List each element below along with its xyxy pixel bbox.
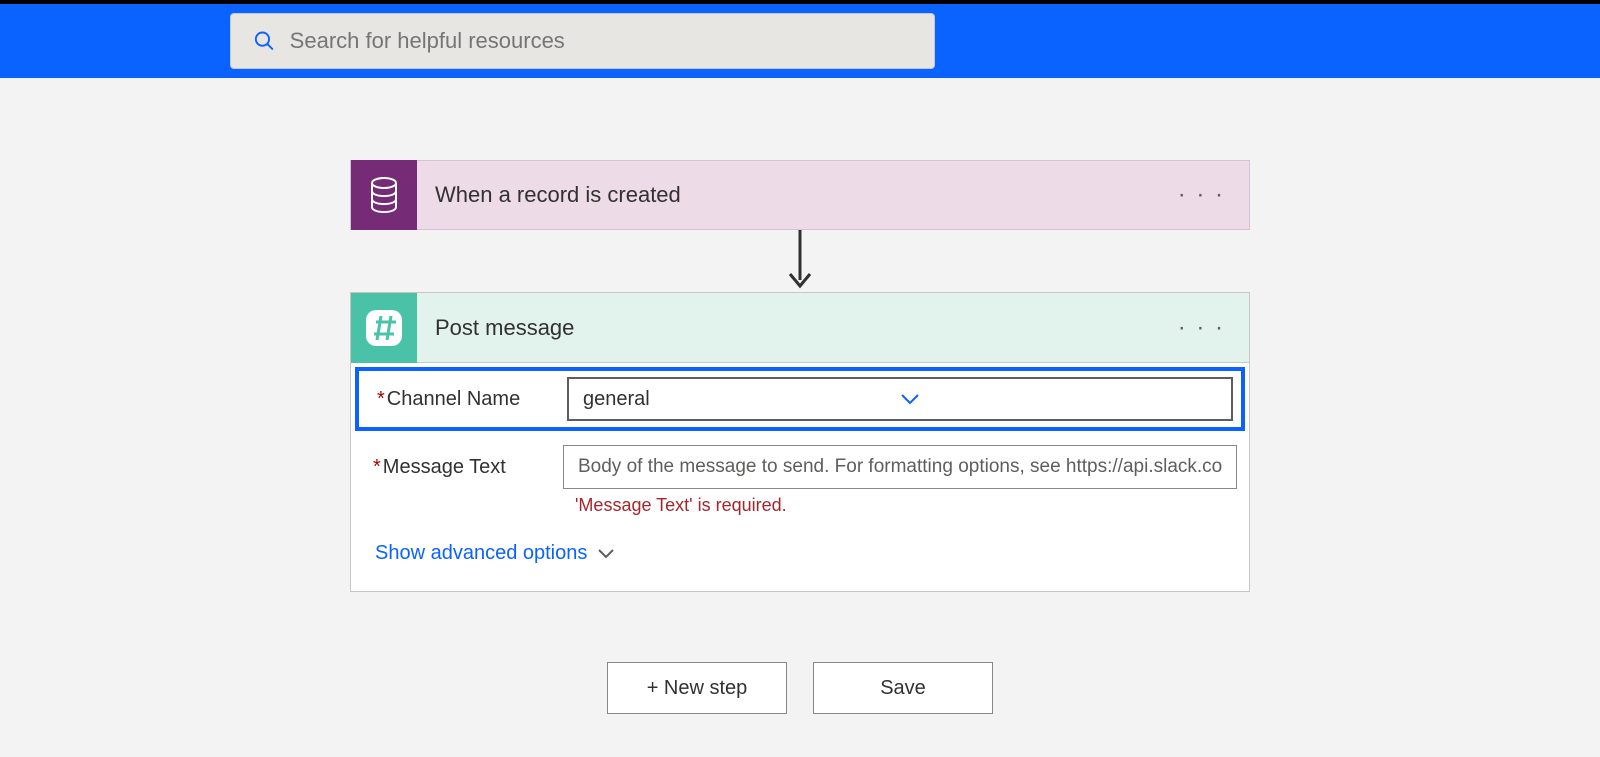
- database-icon: [351, 160, 417, 230]
- trigger-card[interactable]: When a record is created · · ·: [350, 160, 1250, 230]
- save-button[interactable]: Save: [813, 662, 993, 714]
- action-header[interactable]: Post message · · ·: [351, 293, 1249, 363]
- validation-row: 'Message Text' is required.: [351, 495, 1249, 516]
- connector-arrow: [350, 230, 1250, 292]
- message-text-input[interactable]: [578, 456, 1222, 478]
- action-title: Post message: [417, 315, 1178, 341]
- search-icon: [253, 29, 276, 53]
- chevron-down-icon: [597, 542, 615, 565]
- hash-icon: [351, 293, 417, 363]
- trigger-title: When a record is created: [417, 182, 1178, 208]
- chevron-down-icon: [900, 388, 1217, 411]
- message-text-row: *Message Text: [351, 441, 1249, 493]
- search-input[interactable]: [290, 28, 912, 54]
- new-step-button[interactable]: + New step: [607, 662, 787, 714]
- message-text-input-wrap[interactable]: [563, 445, 1237, 489]
- flow-canvas: When a record is created · · ·: [0, 78, 1600, 714]
- action-menu-button[interactable]: · · ·: [1178, 314, 1249, 342]
- search-box[interactable]: [230, 13, 935, 69]
- channel-name-label: *Channel Name: [367, 388, 567, 411]
- validation-message: 'Message Text' is required.: [575, 495, 787, 515]
- action-card: Post message · · · *Channel Name general: [350, 292, 1250, 592]
- trigger-menu-button[interactable]: · · ·: [1178, 181, 1249, 209]
- show-advanced-options-link[interactable]: Show advanced options: [375, 542, 615, 565]
- channel-name-row: *Channel Name general: [355, 367, 1245, 431]
- channel-name-value: general: [583, 388, 900, 411]
- channel-name-select[interactable]: general: [567, 377, 1233, 421]
- top-bar: [0, 0, 1600, 78]
- message-text-label: *Message Text: [363, 456, 563, 479]
